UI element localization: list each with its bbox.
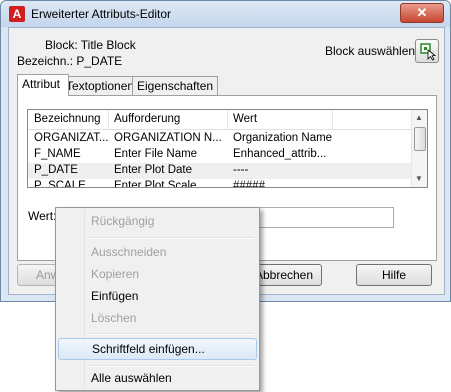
select-block-icon: [420, 43, 437, 61]
cell-prompt: Enter File Name: [114, 148, 198, 160]
scroll-down-icon[interactable]: ▼: [415, 174, 423, 183]
column-header-wert[interactable]: Wert: [233, 113, 257, 125]
cell-value: ----: [233, 164, 249, 176]
tag-name-label: Bezeichn.: P_DATE: [17, 54, 123, 68]
value-label: Wert:: [28, 209, 57, 223]
cell-tag: ORGANIZAT...: [34, 132, 108, 144]
tab-textoptionen[interactable]: Textoptionen: [61, 76, 139, 95]
menu-item-copy[interactable]: Kopieren: [58, 263, 255, 285]
table-row-selected[interactable]: P_DATE Enter Plot Date ----: [28, 163, 412, 179]
tab-attribut[interactable]: Attribut: [17, 74, 69, 96]
menu-item-select-all[interactable]: Alle auswählen: [58, 367, 255, 389]
cell-prompt: Enter Plot Scale: [114, 180, 197, 188]
menu-separator: [87, 333, 253, 335]
cell-prompt: Enter Plot Date: [114, 164, 192, 176]
cell-value: Enhanced_attrib...: [233, 148, 327, 160]
block-name-label: Block: Title Block: [45, 38, 136, 52]
menu-item-undo[interactable]: Rückgängig: [58, 210, 255, 232]
select-block-button[interactable]: [415, 39, 439, 63]
cell-value: #####: [233, 180, 265, 188]
menu-item-delete[interactable]: Löschen: [58, 307, 255, 329]
table-row[interactable]: P_SCALE Enter Plot Scale #####: [28, 179, 412, 188]
title-bar[interactable]: A Erweiterter Attributs-Editor ✕: [1, 1, 450, 27]
context-menu: Rückgängig Ausschneiden Kopieren Einfüge…: [55, 207, 260, 391]
attribute-list-scrollbar[interactable]: ▲ ▼: [411, 110, 427, 187]
menu-item-paste[interactable]: Einfügen: [58, 285, 255, 307]
tab-eigenschaften[interactable]: Eigenschaften: [132, 76, 218, 95]
attribute-list[interactable]: Bezeichnung Aufforderung Wert ORGANIZAT.…: [27, 109, 428, 188]
table-row[interactable]: F_NAME Enter File Name Enhanced_attrib..…: [28, 147, 412, 163]
menu-item-cut[interactable]: Ausschneiden: [58, 241, 255, 263]
menu-item-insert-field[interactable]: Schriftfeld einfügen...: [58, 338, 257, 360]
cell-tag: F_NAME: [34, 148, 81, 160]
close-icon: ✕: [416, 5, 428, 20]
help-button[interactable]: Hilfe: [356, 264, 432, 286]
cell-tag: P_DATE: [34, 164, 78, 176]
autocad-app-icon: A: [9, 6, 25, 22]
cell-prompt: ORGANIZATION N...: [114, 132, 222, 144]
scrollbar-thumb[interactable]: [414, 127, 426, 151]
table-row[interactable]: ORGANIZAT... ORGANIZATION N... Organizat…: [28, 131, 412, 147]
attribute-list-header: Bezeichnung Aufforderung Wert: [28, 110, 412, 130]
cell-tag: P_SCALE: [34, 180, 86, 188]
column-header-bezeichnung[interactable]: Bezeichnung: [34, 113, 101, 125]
close-button[interactable]: ✕: [400, 3, 444, 23]
window-title: Erweiterter Attributs-Editor: [31, 7, 172, 21]
scroll-up-icon[interactable]: ▲: [415, 113, 423, 122]
column-header-aufforderung[interactable]: Aufforderung: [114, 113, 180, 125]
select-block-label: Block auswählen: [325, 44, 416, 58]
menu-separator: [87, 237, 253, 239]
cell-value: Organization Name: [233, 132, 333, 144]
